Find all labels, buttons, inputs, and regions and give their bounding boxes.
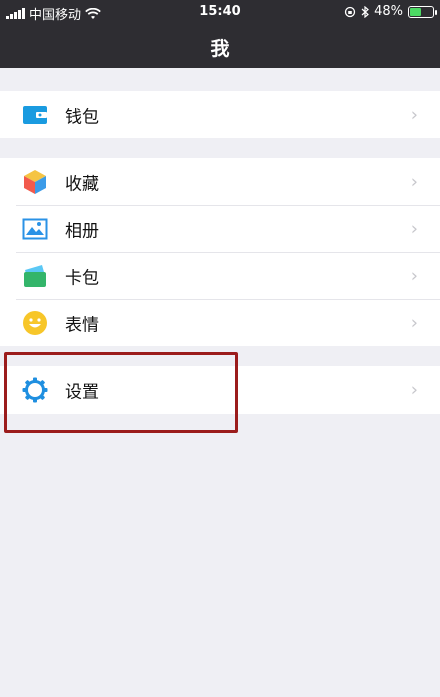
chevron-right-icon: › xyxy=(410,104,418,125)
menu-item-wallet[interactable]: 钱包 › xyxy=(0,91,440,138)
chevron-right-icon: › xyxy=(410,379,418,401)
photo-album-icon xyxy=(22,216,48,242)
chevron-right-icon: › xyxy=(410,218,418,239)
battery-percent: 48% xyxy=(374,4,403,19)
menu-item-label: 表情 xyxy=(65,315,99,335)
bluetooth-icon xyxy=(361,5,370,18)
rotation-lock-icon xyxy=(344,6,356,17)
battery-fill xyxy=(410,7,421,16)
menu-item-label: 收藏 xyxy=(65,174,99,194)
menu-item-card-wallet[interactable]: 卡包 › xyxy=(0,252,440,299)
status-right: 48% xyxy=(344,4,437,19)
menu-item-favorites[interactable]: 收藏 › xyxy=(0,158,440,205)
menu-item-stickers[interactable]: 表情 › xyxy=(0,299,440,346)
chevron-right-icon: › xyxy=(410,312,418,333)
highlight-box xyxy=(4,352,238,433)
menu-item-label: 相册 xyxy=(65,221,99,241)
emoji-smile-icon xyxy=(22,310,48,336)
page-title: 我 xyxy=(210,38,230,60)
wallet-icon xyxy=(22,102,48,128)
wallet-group: 钱包 › xyxy=(0,91,440,138)
top-bar: 中国移动 15:40 48% 我 xyxy=(0,0,440,68)
favorites-cube-icon xyxy=(22,169,48,195)
chevron-right-icon: › xyxy=(410,171,418,192)
card-wallet-icon xyxy=(22,263,48,289)
menu-item-label: 钱包 xyxy=(65,107,99,127)
battery-icon xyxy=(408,5,437,18)
chevron-right-icon: › xyxy=(410,265,418,286)
collection-group: 收藏 › 相册 › 卡包 › 表情 › xyxy=(0,158,440,346)
menu-item-album[interactable]: 相册 › xyxy=(0,205,440,252)
menu-item-label: 卡包 xyxy=(65,268,99,288)
status-bar: 中国移动 15:40 48% xyxy=(0,0,440,24)
